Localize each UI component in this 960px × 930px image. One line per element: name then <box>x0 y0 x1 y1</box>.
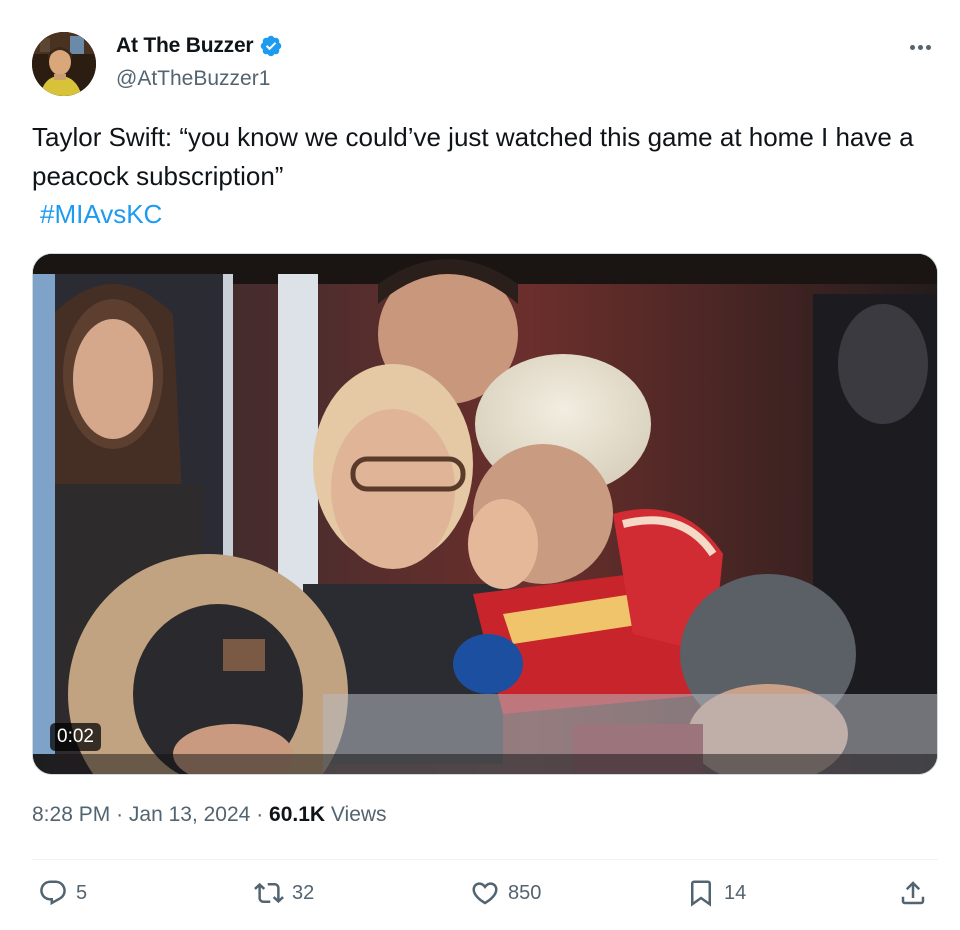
more-dot <box>909 44 915 50</box>
views-count[interactable]: 60.1K <box>269 803 325 826</box>
retweet-icon <box>254 882 284 904</box>
author-handle[interactable]: @AtTheBuzzer1 <box>116 67 270 91</box>
views-label: Views <box>330 803 387 826</box>
video-frame-image <box>33 254 937 774</box>
bookmark-count: 14 <box>724 881 747 904</box>
more-dot <box>925 44 931 50</box>
tweet-card: At The Buzzer @AtTheBuzzer1 Taylor Swift… <box>0 0 960 930</box>
heart-icon <box>472 882 498 905</box>
avatar[interactable] <box>32 32 96 96</box>
more-dot <box>917 44 923 50</box>
meta-separator: · <box>256 803 264 826</box>
author-display-name[interactable]: At The Buzzer <box>116 34 254 58</box>
reply-count: 5 <box>76 881 88 904</box>
author-name-row: At The Buzzer <box>116 34 283 58</box>
tweet-time[interactable]: 8:28 PM <box>32 803 110 826</box>
more-options-icon[interactable] <box>902 36 938 58</box>
reply-icon <box>40 880 66 906</box>
share-icon <box>901 881 925 905</box>
retweet-button[interactable]: 32 <box>254 878 314 908</box>
tweet-date[interactable]: Jan 13, 2024 <box>129 803 250 826</box>
like-button[interactable]: 850 <box>470 878 541 908</box>
divider <box>32 859 938 860</box>
meta-separator: · <box>116 803 124 826</box>
video-player[interactable] <box>32 253 938 775</box>
like-count: 850 <box>508 881 542 904</box>
tweet-text: Taylor Swift: “you know we could’ve just… <box>32 122 914 191</box>
hashtag-link[interactable]: #MIAvsKC <box>40 195 162 234</box>
retweet-count: 32 <box>292 881 315 904</box>
tweet-meta: 8:28 PM · Jan 13, 2024 · 60.1K Views <box>32 803 387 827</box>
share-button[interactable] <box>898 878 928 908</box>
bookmark-button[interactable]: 14 <box>686 878 746 908</box>
video-duration-badge: 0:02 <box>50 723 101 751</box>
reply-button[interactable]: 5 <box>38 878 87 908</box>
bookmark-icon <box>691 880 711 907</box>
verified-badge-icon <box>259 34 283 58</box>
